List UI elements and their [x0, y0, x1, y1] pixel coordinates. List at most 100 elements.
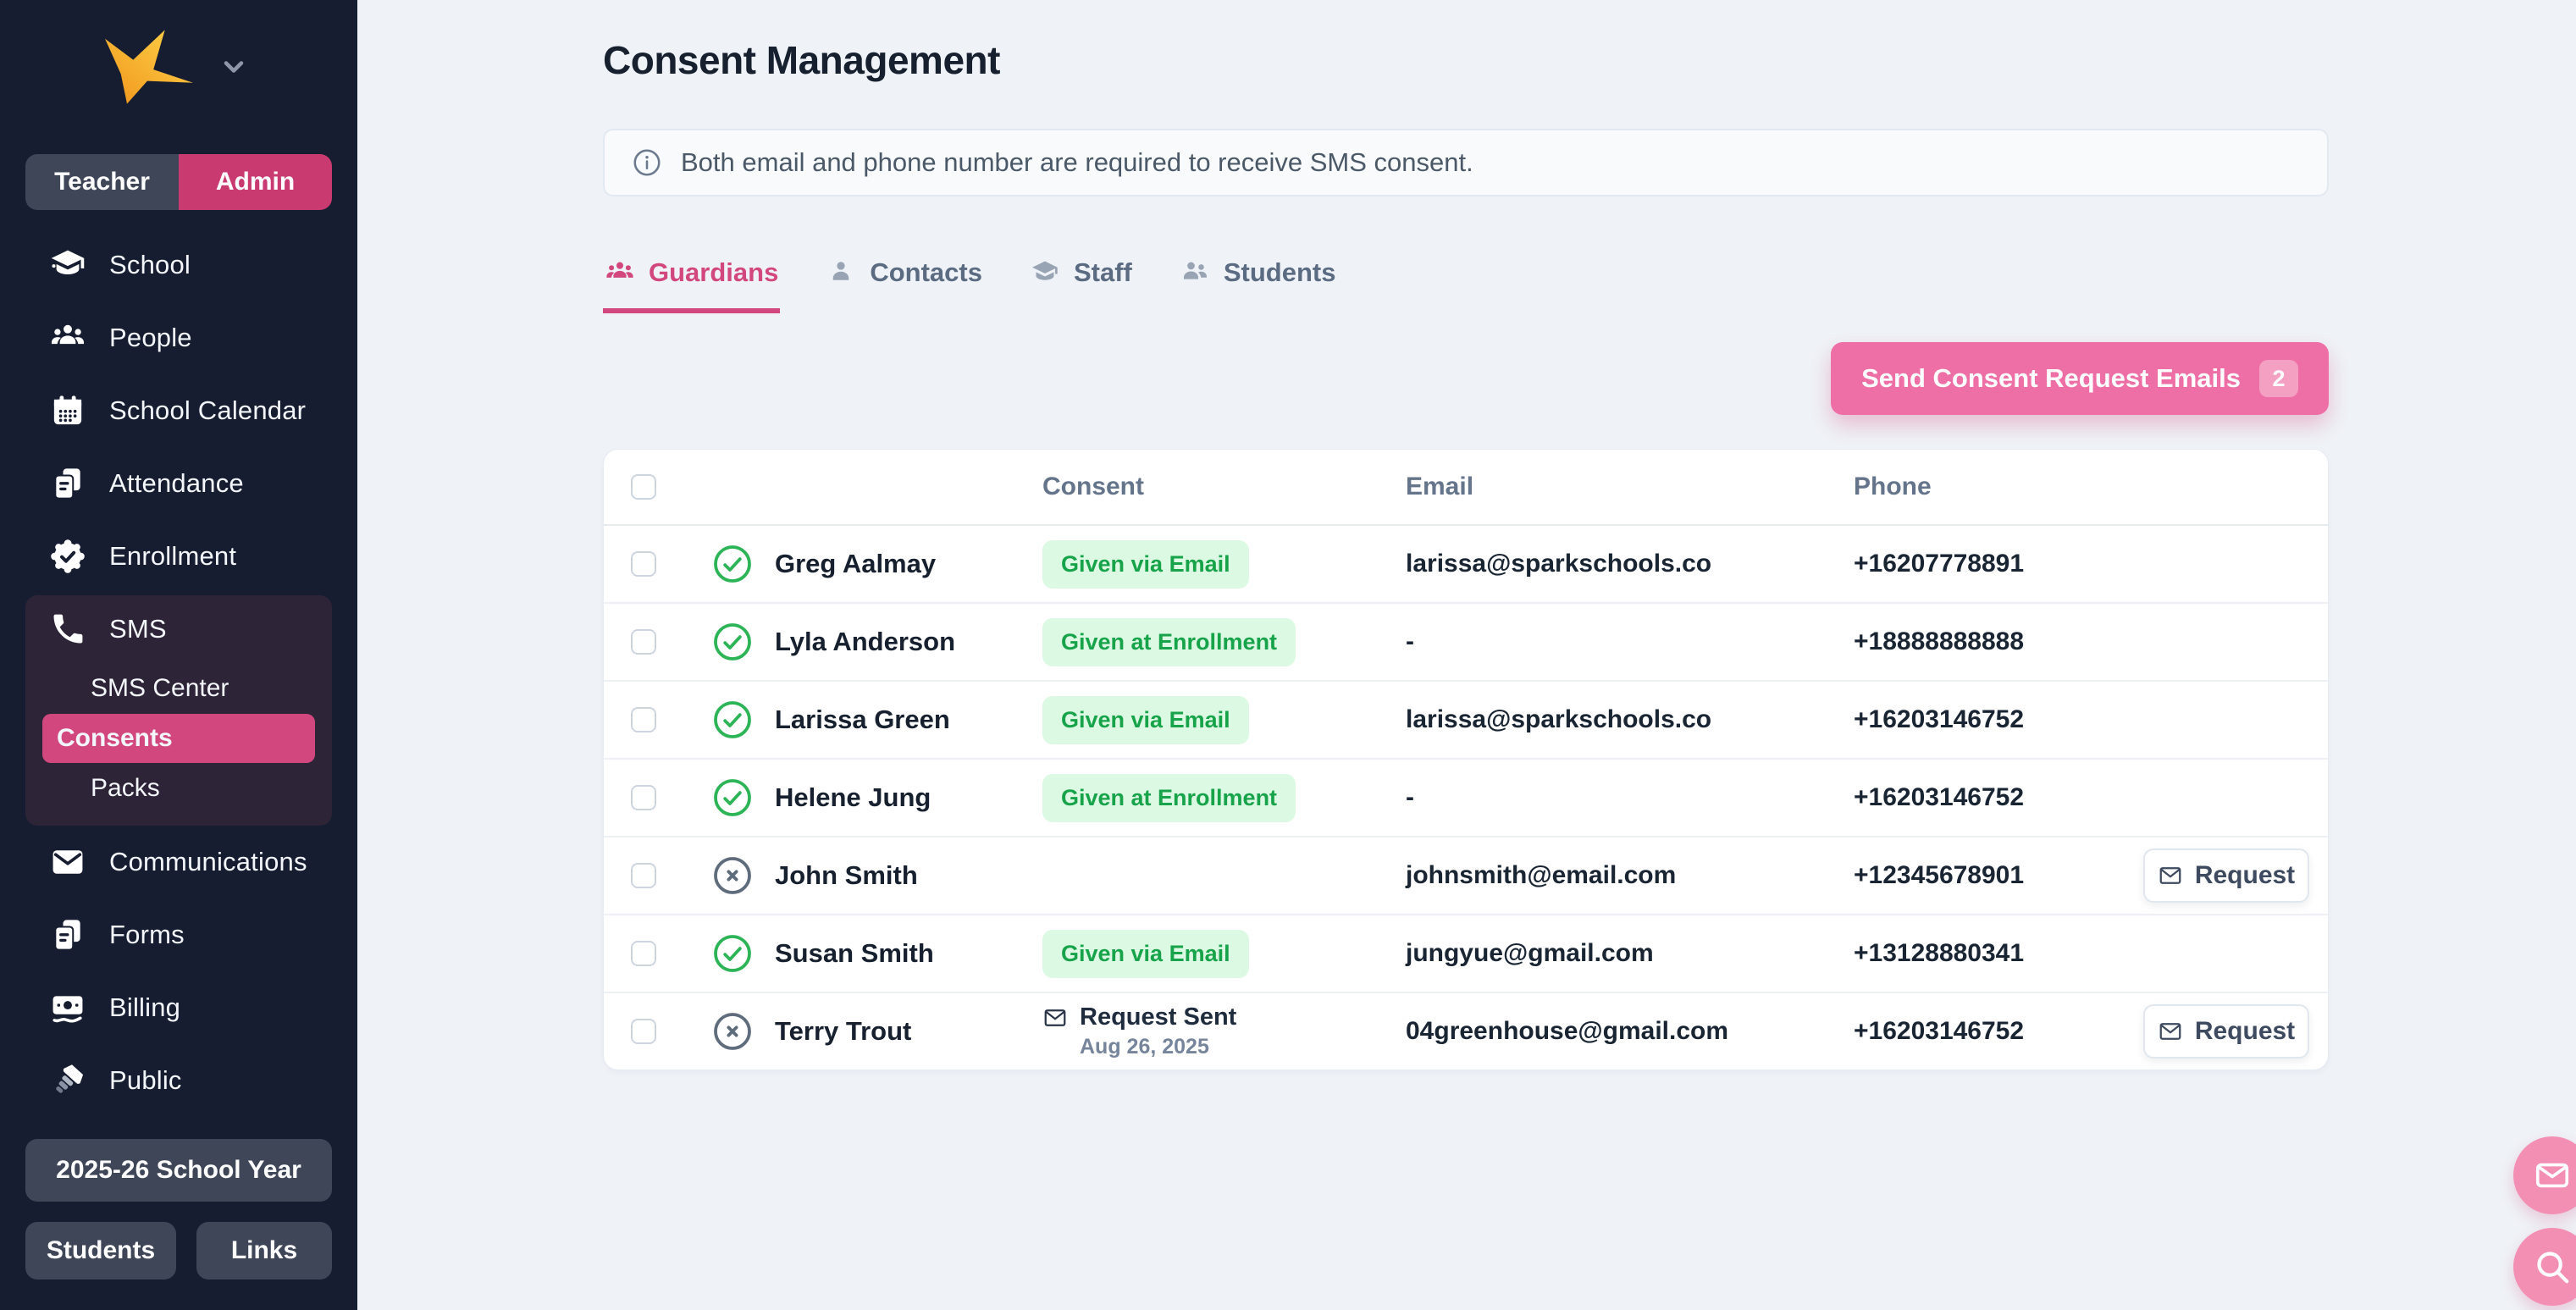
- sidebar-item-label: School Calendar: [109, 395, 306, 426]
- school-year-button[interactable]: 2025-26 School Year: [25, 1139, 332, 1202]
- chevron-down-icon[interactable]: [215, 48, 252, 86]
- sidebar-item-enrollment[interactable]: Enrollment: [25, 520, 332, 593]
- envelope-icon: [48, 843, 87, 882]
- calendar-icon: [48, 391, 87, 430]
- sidebar-item-school[interactable]: School: [25, 229, 332, 301]
- guardian-phone: +18888888888: [1854, 627, 2118, 656]
- row-checkbox[interactable]: [631, 941, 656, 966]
- guardian-phone: +12345678901: [1854, 861, 2118, 890]
- select-all-checkbox[interactable]: [631, 474, 656, 500]
- sidebar-item-label: Public: [109, 1065, 182, 1096]
- tab-students[interactable]: Students: [1178, 257, 1338, 313]
- consent-status-badge: Given at Enrollment: [1042, 618, 1296, 666]
- tab-label: Students: [1224, 257, 1336, 288]
- sidebar-footer: 2025-26 School Year Students Links: [25, 1139, 332, 1280]
- guardian-name: Helene Jung: [770, 782, 1042, 813]
- check-circle-icon: [712, 622, 753, 662]
- guardian-email: johnsmith@email.com: [1406, 861, 1854, 890]
- sidebar-subitem-packs[interactable]: Packs: [51, 763, 315, 814]
- sidebar-item-people[interactable]: People: [25, 301, 332, 374]
- info-icon: [632, 147, 662, 178]
- sidebar-item-forms[interactable]: Forms: [25, 898, 332, 971]
- row-checkbox[interactable]: [631, 863, 656, 888]
- teacher-toggle-button[interactable]: Teacher: [25, 154, 179, 210]
- tab-contacts[interactable]: Contacts: [824, 257, 984, 313]
- tab-label: Guardians: [649, 257, 778, 288]
- sidebar-item-sms[interactable]: SMS: [25, 595, 332, 663]
- admin-toggle-button[interactable]: Admin: [179, 154, 332, 210]
- x-circle-icon: [712, 855, 753, 896]
- envelope-outline-icon: [2158, 863, 2183, 888]
- actions-row: Send Consent Request Emails 2: [603, 342, 2329, 415]
- check-circle-icon: [712, 777, 753, 818]
- request-consent-button[interactable]: Request: [2143, 1004, 2309, 1059]
- table-row: Susan Smith Given via Email jungyue@gmai…: [604, 914, 2328, 992]
- tab-label: Staff: [1074, 257, 1132, 288]
- column-header-email: Email: [1406, 473, 1854, 501]
- request-consent-button[interactable]: Request: [2143, 848, 2309, 903]
- column-header-consent: Consent: [1042, 473, 1406, 501]
- sidebar-subitem-consents[interactable]: Consents: [42, 714, 315, 763]
- guardian-phone: +16203146752: [1854, 705, 2118, 734]
- info-banner-text: Both email and phone number are required…: [681, 147, 1473, 178]
- clipboard-copy-icon: [48, 464, 87, 503]
- request-sent-label: Request Sent: [1080, 1003, 1236, 1031]
- people-icon: [48, 318, 87, 357]
- sidebar-subitem-sms-center[interactable]: SMS Center: [51, 663, 315, 714]
- guardian-email: jungyue@gmail.com: [1406, 939, 1854, 968]
- main-content: Consent Management Both email and phone …: [357, 0, 2576, 1310]
- links-button[interactable]: Links: [196, 1222, 332, 1280]
- row-checkbox[interactable]: [631, 1019, 656, 1044]
- sidebar-item-communications[interactable]: Communications: [25, 826, 332, 898]
- sidebar-nav: School People School Calendar Attendance: [25, 229, 332, 1117]
- tab-guardians[interactable]: Guardians: [603, 257, 780, 313]
- tab-label: Contacts: [870, 257, 982, 288]
- row-checkbox[interactable]: [631, 629, 656, 655]
- request-button-label: Request: [2195, 1017, 2295, 1046]
- request-button-label: Request: [2195, 861, 2295, 890]
- row-checkbox[interactable]: [631, 707, 656, 732]
- row-checkbox[interactable]: [631, 785, 656, 810]
- envelope-outline-icon: [1042, 1005, 1068, 1031]
- table-row: Terry Trout Request Sent Aug 26, 2025 04…: [604, 992, 2328, 1070]
- guardian-phone: +13128880341: [1854, 939, 2118, 968]
- page-title: Consent Management: [603, 37, 2329, 83]
- sidebar-item-public[interactable]: Public: [25, 1044, 332, 1117]
- sidebar-item-billing[interactable]: Billing: [25, 971, 332, 1044]
- row-checkbox[interactable]: [631, 551, 656, 577]
- table-row: Helene Jung Given at Enrollment - +16203…: [604, 758, 2328, 836]
- students-button[interactable]: Students: [25, 1222, 176, 1280]
- sidebar-item-label: Enrollment: [109, 541, 236, 572]
- table-header-row: Consent Email Phone: [604, 450, 2328, 524]
- guardian-phone: +16203146752: [1854, 1017, 2118, 1046]
- consent-status-badge: Given via Email: [1042, 930, 1249, 978]
- consent-status-badge: Given at Enrollment: [1042, 774, 1296, 822]
- forms-copy-icon: [48, 915, 87, 954]
- guardian-email: -: [1406, 627, 1854, 656]
- guardian-name: Terry Trout: [770, 1016, 1042, 1047]
- envelope-outline-icon: [2158, 1019, 2183, 1044]
- sidebar-item-school-calendar[interactable]: School Calendar: [25, 374, 332, 447]
- info-banner: Both email and phone number are required…: [603, 129, 2329, 196]
- table-row: Greg Aalmay Given via Email larissa@spar…: [604, 524, 2328, 602]
- table-row: Larissa Green Given via Email larissa@sp…: [604, 680, 2328, 758]
- consent-status-badge: Given via Email: [1042, 540, 1249, 589]
- send-button-count-badge: 2: [2259, 360, 2298, 397]
- check-circle-icon: [712, 933, 753, 974]
- contact-person-icon: [826, 257, 856, 288]
- guardian-email: larissa@sparkschools.co: [1406, 550, 1854, 578]
- guardian-name: Lyla Anderson: [770, 627, 1042, 657]
- send-consent-request-emails-button[interactable]: Send Consent Request Emails 2: [1831, 342, 2329, 415]
- sidebar-item-label: SMS: [109, 614, 167, 644]
- x-circle-icon: [712, 1011, 753, 1052]
- banknote-icon: [48, 988, 87, 1027]
- tab-staff[interactable]: Staff: [1028, 257, 1134, 313]
- sidebar-item-attendance[interactable]: Attendance: [25, 447, 332, 520]
- search-fab-icon: [2533, 1247, 2572, 1286]
- guardian-name: Larissa Green: [770, 705, 1042, 735]
- request-sent-status: Request Sent Aug 26, 2025: [1042, 1003, 1406, 1059]
- check-circle-icon: [712, 544, 753, 584]
- table-row: John Smith johnsmith@email.com +12345678…: [604, 836, 2328, 914]
- consent-status-badge: Given via Email: [1042, 696, 1249, 744]
- logo-row: [25, 0, 332, 119]
